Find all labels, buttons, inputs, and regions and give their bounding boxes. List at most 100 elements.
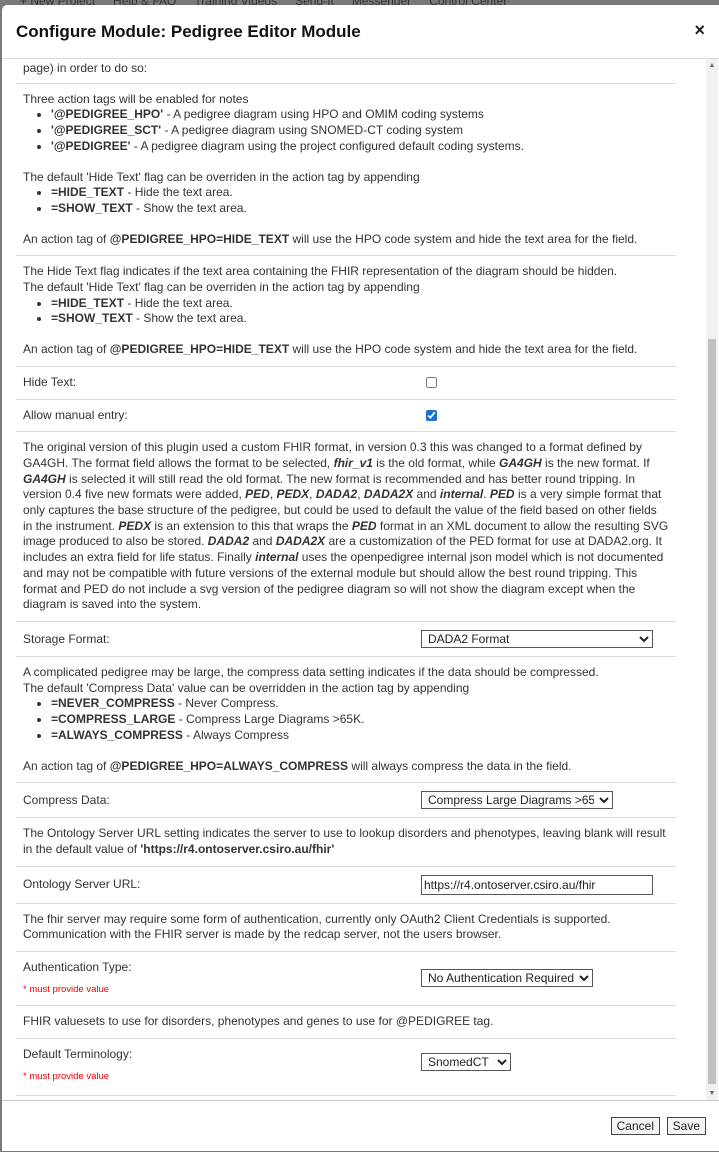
text-segment: - A pedigree diagram using the project c…: [130, 138, 524, 153]
required-note: * must provide value: [23, 983, 110, 995]
emphasis-text: DADA2X: [363, 487, 414, 502]
scrollbar-thumb[interactable]: [708, 339, 716, 1084]
ontology-description-row: The Ontology Server URL setting indicate…: [16, 818, 676, 867]
settings-list: page) in order to do so: Three action ta…: [16, 59, 676, 1096]
emphasis-text: PED: [245, 487, 270, 502]
list-item: =HIDE_TEXT - Hide the text area.: [51, 296, 669, 312]
description-text: A complicated pedigree may be large, the…: [23, 664, 599, 679]
emphasis-text: =HIDE_TEXT: [51, 185, 125, 200]
storage-format-select[interactable]: DADA2 Format: [421, 629, 653, 648]
emphasis-text: '@PEDIGREE': [51, 138, 131, 153]
default-terminology-row: Default Terminology: * must provide valu…: [16, 1039, 676, 1096]
scrollbar[interactable]: ▲ ▼: [706, 59, 718, 1100]
field-label: Authentication Type:: [23, 960, 132, 975]
text-segment: An action tag of: [23, 342, 110, 357]
field-label: Hide Text:: [23, 374, 77, 389]
intro-tail-row: page) in order to do so:: [16, 59, 676, 84]
dialog-footer: Cancel Save: [2, 1100, 719, 1152]
auth-type-row: Authentication Type: * must provide valu…: [16, 952, 676, 1007]
text-segment: - Hide the text area.: [124, 185, 233, 200]
scroll-down-icon[interactable]: ▼: [706, 1090, 718, 1097]
emphasis-text: PED: [351, 518, 377, 533]
description-text: The Ontology Server URL setting indicate…: [23, 826, 669, 857]
compress-data-row: Compress Data: Compress Large Diagrams >…: [16, 783, 676, 819]
text-segment: and: [413, 487, 440, 502]
emphasis-text: @PEDIGREE_HPO=HIDE_TEXT: [109, 231, 290, 246]
list-item: =SHOW_TEXT - Show the text area.: [51, 311, 669, 327]
auth-description-row: The fhir server may require some form of…: [16, 904, 676, 953]
scroll-up-icon[interactable]: ▲: [706, 62, 718, 69]
description-text: An action tag of @PEDIGREE_HPO=ALWAYS_CO…: [23, 759, 669, 775]
allow-manual-entry-row: Allow manual entry:: [16, 400, 676, 433]
text-segment: An action tag of: [23, 758, 110, 773]
field-label-group: Authentication Type: * must provide valu…: [23, 960, 421, 997]
cancel-button[interactable]: Cancel: [610, 1117, 660, 1135]
emphasis-text: DADA2: [207, 534, 250, 549]
action-tag-list: '@PEDIGREE_HPO' - A pedigree diagram usi…: [23, 107, 669, 154]
emphasis-text: =ALWAYS_COMPRESS: [51, 727, 183, 742]
text-segment: will use the HPO code system and hide th…: [289, 342, 638, 357]
emphasis-text: DADA2X: [275, 534, 326, 549]
list-item: '@PEDIGREE_HPO' - A pedigree diagram usi…: [51, 107, 669, 123]
emphasis-text: =HIDE_TEXT: [51, 295, 125, 310]
emphasis-text: @PEDIGREE_HPO=ALWAYS_COMPRESS: [109, 758, 349, 773]
text-segment: is the old format, while: [372, 455, 500, 470]
field-label: Compress Data:: [23, 793, 110, 808]
auth-type-select[interactable]: No Authentication Required: [421, 969, 593, 988]
emphasis-text: fhir_v1: [333, 455, 373, 470]
ontology-url-row: Ontology Server URL:: [16, 867, 676, 904]
text-segment: - Always Compress: [182, 727, 289, 742]
hide-text-checkbox[interactable]: [426, 376, 437, 388]
required-note: * must provide value: [23, 1070, 110, 1082]
description-text: The default 'Hide Text' flag can be over…: [23, 280, 420, 295]
emphasis-text: =COMPRESS_LARGE: [51, 712, 176, 727]
emphasis-text: @PEDIGREE_HPO=HIDE_TEXT: [109, 342, 290, 357]
list-item: =NEVER_COMPRESS - Never Compress.: [51, 696, 669, 712]
text-segment: - Hide the text area.: [124, 295, 233, 310]
text-segment: - A pedigree diagram using SNOMED-CT cod…: [161, 123, 464, 138]
emphasis-text: =NEVER_COMPRESS: [51, 696, 175, 711]
text-segment: An action tag of: [23, 231, 110, 246]
save-button[interactable]: Save: [666, 1117, 706, 1135]
hide-text-row: Hide Text:: [16, 367, 676, 400]
field-label: Storage Format:: [23, 631, 110, 646]
list-item: =ALWAYS_COMPRESS - Always Compress: [51, 728, 669, 744]
emphasis-text: '@PEDIGREE_HPO': [51, 107, 164, 122]
notes-description-row: Three action tags will be enabled for no…: [16, 84, 676, 257]
emphasis-text: =SHOW_TEXT: [51, 311, 133, 326]
emphasis-text: GA4GH: [499, 455, 542, 470]
emphasis-text: GA4GH: [23, 471, 66, 486]
compress-description-row: A complicated pedigree may be large, the…: [16, 657, 676, 784]
list-item: '@PEDIGREE_SCT' - A pedigree diagram usi…: [51, 123, 669, 139]
field-label: Ontology Server URL:: [23, 876, 141, 891]
emphasis-text: '@PEDIGREE_SCT': [51, 123, 162, 138]
description-text: An action tag of @PEDIGREE_HPO=HIDE_TEXT…: [23, 342, 669, 358]
field-label: Allow manual entry:: [23, 407, 128, 422]
compress-data-select[interactable]: Compress Large Diagrams >65K: [421, 791, 613, 810]
list-item: =HIDE_TEXT - Hide the text area.: [51, 185, 669, 201]
text-segment: and: [249, 534, 276, 549]
default-terminology-select[interactable]: SnomedCT: [421, 1053, 511, 1072]
list-item: =COMPRESS_LARGE - Compress Large Diagram…: [51, 712, 669, 728]
emphasis-text: PEDX: [276, 487, 310, 502]
hide-text-description-row: The Hide Text flag indicates if the text…: [16, 256, 676, 367]
description-text: FHIR valuesets to use for disorders, phe…: [23, 1014, 494, 1029]
text-segment: .: [483, 487, 490, 502]
text-segment: The Ontology Server URL setting indicate…: [23, 826, 666, 856]
description-text: The Hide Text flag indicates if the text…: [23, 264, 618, 279]
description-text: page) in order to do so:: [23, 61, 148, 75]
emphasis-text: PED: [489, 487, 515, 502]
description-text: The original version of this plugin used…: [23, 440, 669, 613]
description-text: An action tag of @PEDIGREE_HPO=HIDE_TEXT…: [23, 232, 669, 248]
close-icon[interactable]: ×: [694, 20, 705, 41]
text-segment: will always compress the data in the fie…: [348, 758, 572, 773]
emphasis-text: DADA2: [315, 487, 358, 502]
valuesets-description-row: FHIR valuesets to use for disorders, phe…: [16, 1006, 676, 1040]
ontology-server-url-input[interactable]: [421, 874, 653, 895]
emphasis-text: internal: [439, 487, 484, 502]
dialog-header: Configure Module: Pedigree Editor Module…: [2, 5, 719, 59]
storage-format-row: Storage Format: DADA2 Format: [16, 622, 676, 657]
description-text: The fhir server may require some form of…: [23, 911, 611, 942]
text-segment: - Show the text area.: [132, 311, 247, 326]
allow-manual-entry-checkbox[interactable]: [426, 409, 437, 421]
